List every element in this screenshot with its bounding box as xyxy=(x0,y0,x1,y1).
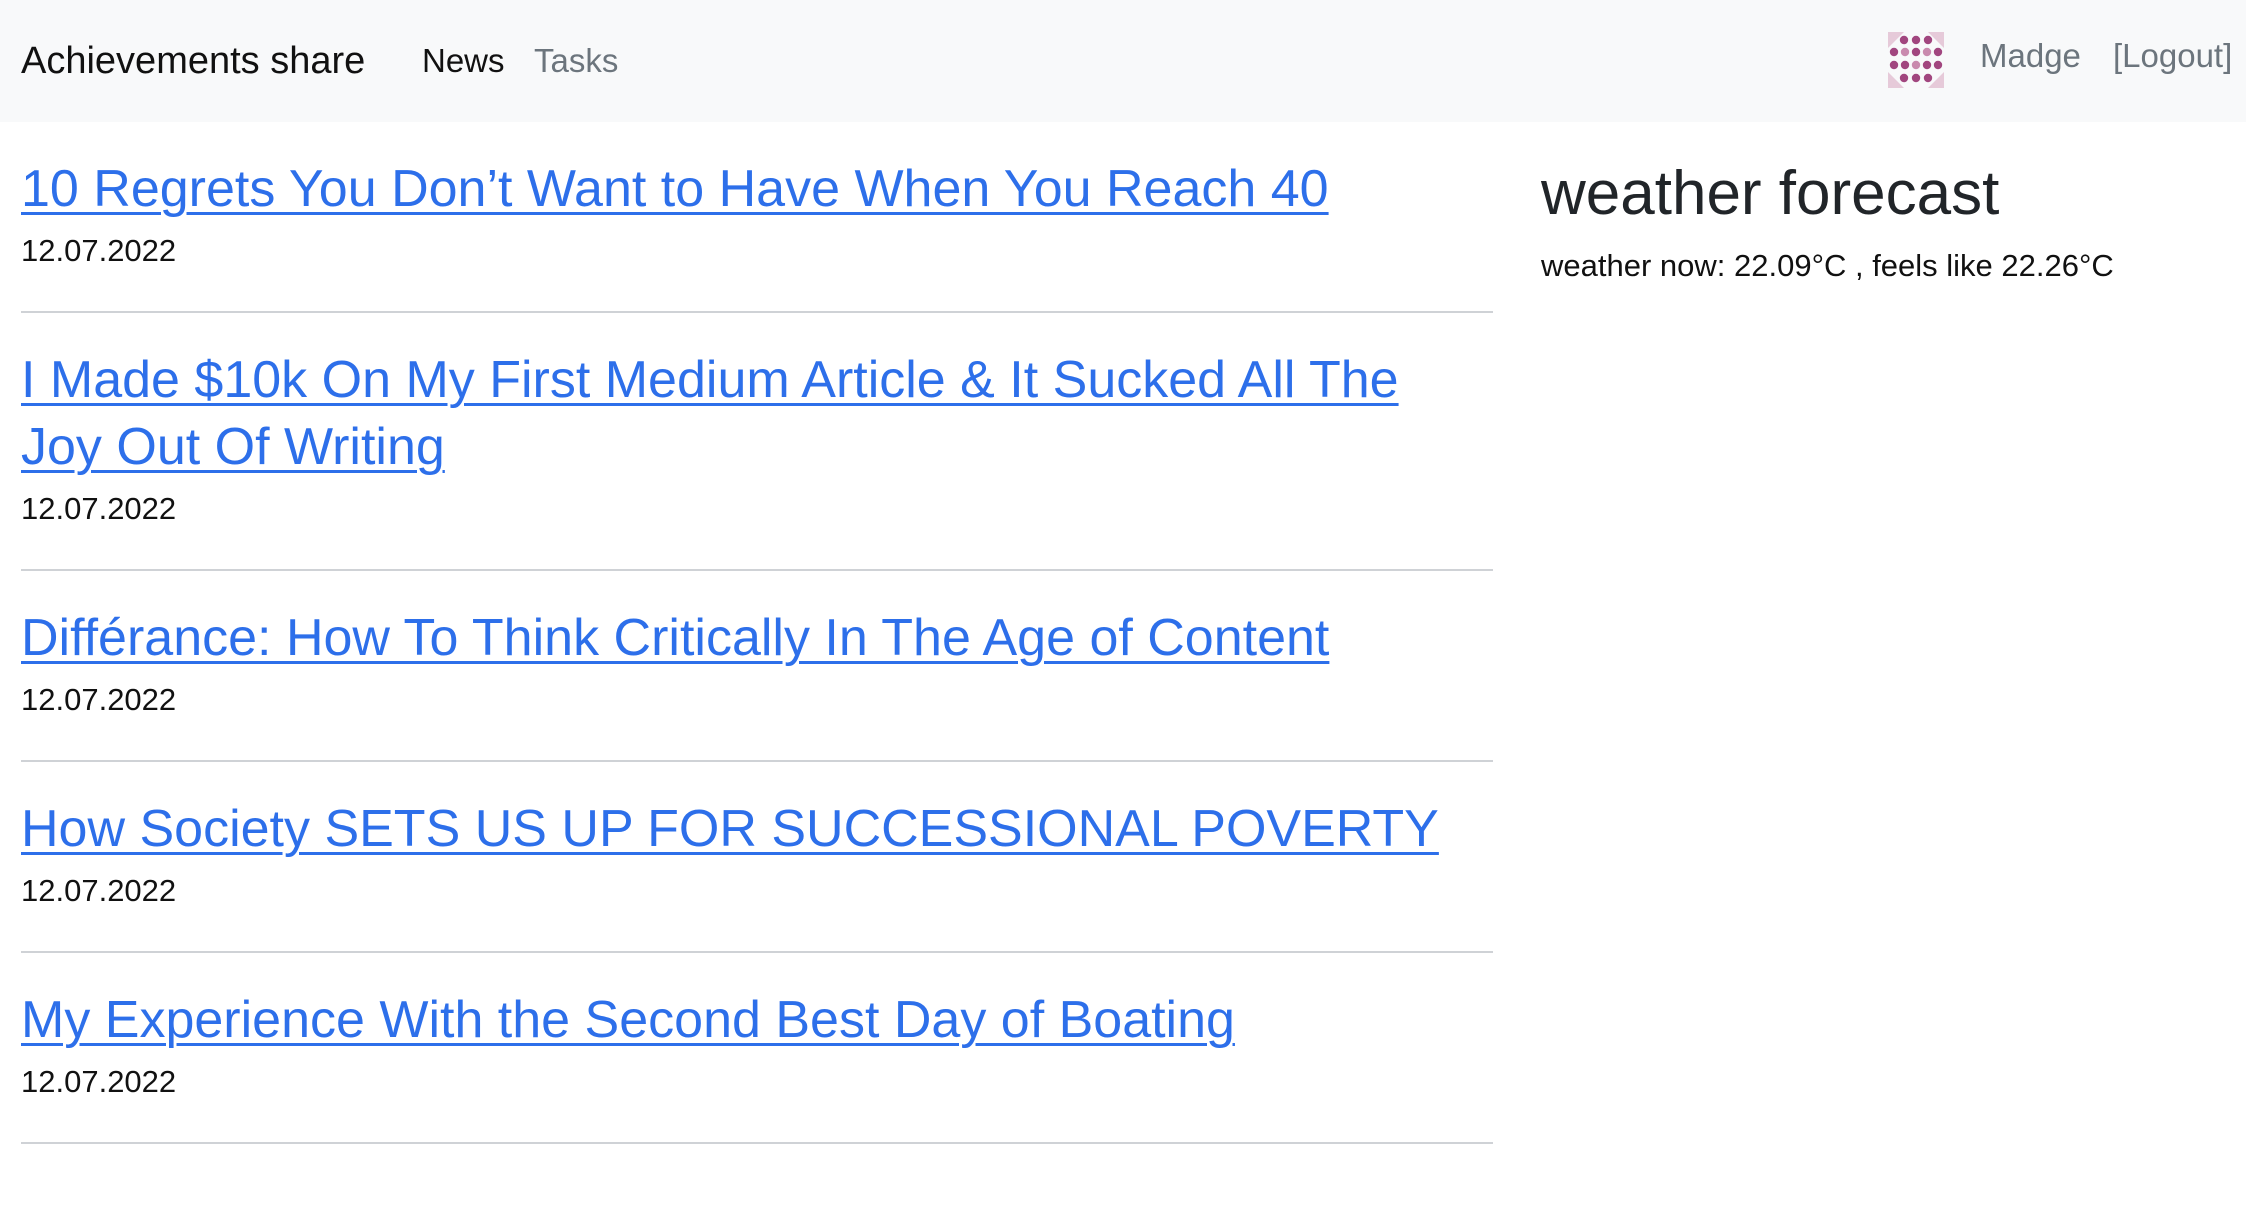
news-title-link[interactable]: 10 Regrets You Don’t Want to Have When Y… xyxy=(21,156,1493,223)
news-date: 12.07.2022 xyxy=(21,491,177,526)
weather-now-text: weather now: 22.09°C , feels like 22.26°… xyxy=(1541,248,2114,283)
news-item: Différance: How To Think Critically In T… xyxy=(21,571,1493,762)
news-date: 12.07.2022 xyxy=(21,682,177,717)
nav-tasks-link[interactable]: Tasks xyxy=(534,40,618,82)
news-date: 12.07.2022 xyxy=(21,233,177,268)
news-item: My Experience With the Second Best Day o… xyxy=(21,953,1493,1144)
weather-title: weather forecast xyxy=(1541,159,2000,228)
news-item: How Society SETS US UP FOR SUCCESSIONAL … xyxy=(21,762,1493,953)
news-title-link[interactable]: Différance: How To Think Critically In T… xyxy=(21,605,1493,672)
news-item: 10 Regrets You Don’t Want to Have When Y… xyxy=(21,122,1493,313)
news-title-link[interactable]: I Made $10k On My First Medium Article &… xyxy=(21,347,1493,481)
news-title-link[interactable]: How Society SETS US UP FOR SUCCESSIONAL … xyxy=(21,796,1493,863)
weather-panel: weather forecast weather now: 22.09°C , … xyxy=(1541,156,2231,286)
top-navbar: Achievements share News Tasks Madge [Log… xyxy=(0,0,2246,122)
news-title-link[interactable]: My Experience With the Second Best Day o… xyxy=(21,987,1493,1054)
identicon-avatar-icon[interactable] xyxy=(1886,30,1946,90)
news-item: I Made $10k On My First Medium Article &… xyxy=(21,313,1493,571)
news-list: 10 Regrets You Don’t Want to Have When Y… xyxy=(21,122,1493,1144)
logout-link[interactable]: [Logout] xyxy=(2113,35,2232,77)
nav-news-link[interactable]: News xyxy=(422,40,505,82)
news-date: 12.07.2022 xyxy=(21,873,177,908)
brand-link[interactable]: Achievements share xyxy=(21,37,365,85)
news-date: 12.07.2022 xyxy=(21,1064,177,1099)
user-name-link[interactable]: Madge xyxy=(1980,35,2081,77)
